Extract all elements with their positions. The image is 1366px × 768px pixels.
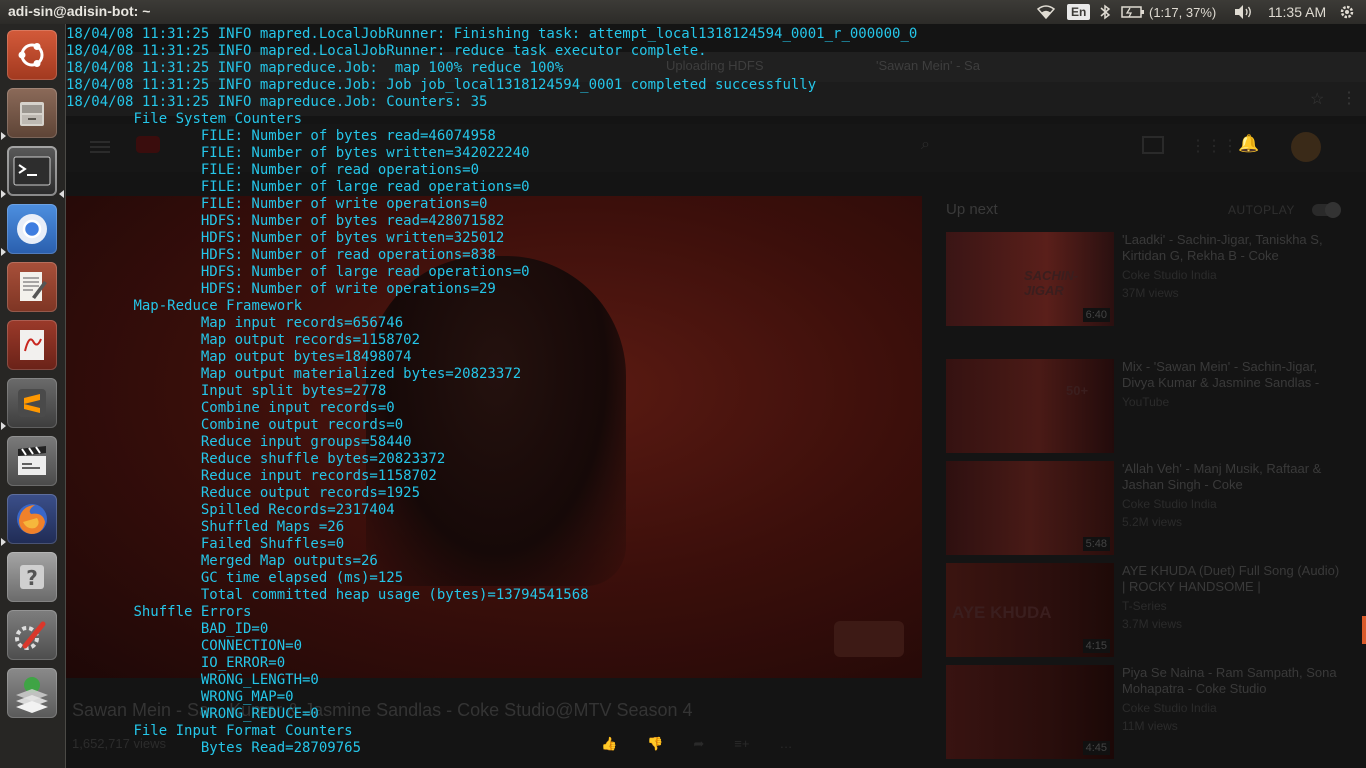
terminal-line: FILE: Number of bytes written=342022240 (66, 145, 530, 161)
terminal-line: Reduce output records=1925 (66, 485, 421, 501)
terminal-line: HDFS: Number of bytes read=428071582 (66, 213, 505, 229)
launcher-files[interactable] (7, 88, 57, 138)
battery-icon (1121, 6, 1144, 18)
terminal-output[interactable]: 18/04/08 11:31:25 INFO mapred.LocalJobRu… (66, 26, 1366, 768)
terminal-line: IO_ERROR=0 (66, 655, 286, 671)
terminal-line: WRONG_REDUCE=0 (66, 706, 319, 722)
text-editor-icon (20, 272, 47, 301)
keyboard-layout-indicator[interactable]: En (1067, 0, 1091, 24)
terminal-line: Combine output records=0 (66, 417, 404, 433)
terminal-line: Shuffle Errors (66, 604, 252, 620)
terminal-line: FILE: Number of write operations=0 (66, 196, 488, 212)
terminal-line: CONNECTION=0 (66, 638, 303, 654)
terminal-line: HDFS: Number of large read operations=0 (66, 264, 530, 280)
running-indicator (1, 538, 6, 546)
launcher-ubuntu-dash[interactable] (7, 30, 57, 80)
terminal-line: 18/04/08 11:31:25 INFO mapreduce.Job: Co… (66, 94, 488, 110)
launcher-chromium[interactable] (7, 204, 57, 254)
terminal-line: Combine input records=0 (66, 400, 395, 416)
terminal-line: 18/04/08 11:31:25 INFO mapreduce.Job: ma… (66, 60, 564, 76)
bluetooth-icon[interactable] (1099, 0, 1111, 24)
wifi-icon[interactable] (1036, 0, 1056, 24)
clapperboard-icon (18, 446, 46, 475)
terminal-line: Shuffled Maps =26 (66, 519, 345, 535)
sublime-text-icon (18, 389, 46, 417)
launcher-help[interactable]: ? (7, 552, 57, 602)
terminal-line: 18/04/08 11:31:25 INFO mapred.LocalJobRu… (66, 26, 918, 42)
terminal-line: 18/04/08 11:31:25 INFO mapred.LocalJobRu… (66, 43, 707, 59)
terminal-line: Merged Map outputs=26 (66, 553, 378, 569)
launcher-software-updater[interactable] (7, 668, 57, 718)
firefox-icon (17, 504, 47, 534)
launcher-text-editor[interactable] (7, 262, 57, 312)
battery-status-text: (1:17, 37%) (1149, 4, 1217, 20)
window-title: adi-sin@adisin-bot: ~ (8, 3, 151, 19)
volume-icon[interactable] (1233, 0, 1253, 24)
terminal-line: BAD_ID=0 (66, 621, 269, 637)
terminal-line: Reduce input groups=58440 (66, 434, 412, 450)
pdf-viewer-icon (20, 330, 44, 360)
launcher-firefox[interactable] (7, 494, 57, 544)
running-indicator (1, 422, 6, 430)
terminal-line: Map output records=1158702 (66, 332, 421, 348)
terminal-line: WRONG_LENGTH=0 (66, 672, 319, 688)
terminal-line: Spilled Records=2317404 (66, 502, 395, 518)
terminal-line: Map output materialized bytes=20823372 (66, 366, 522, 382)
running-indicator (1, 132, 6, 140)
terminal-line: Map output bytes=18498074 (66, 349, 412, 365)
settings-wrench-icon (15, 621, 46, 650)
launcher-document-viewer[interactable] (7, 320, 57, 370)
terminal-line: Map input records=656746 (66, 315, 404, 331)
terminal-line: 18/04/08 11:31:25 INFO mapreduce.Job: Jo… (66, 77, 817, 93)
terminal-line: Reduce input records=1158702 (66, 468, 437, 484)
launcher-system-settings[interactable] (7, 610, 57, 660)
terminal-line: Input split bytes=2778 (66, 383, 387, 399)
clock[interactable]: 11:35 AM (1268, 0, 1326, 24)
battery-indicator[interactable]: (1:17, 37%) (1121, 0, 1216, 24)
terminal-line: GC time elapsed (ms)=125 (66, 570, 404, 586)
terminal-line: Total committed heap usage (bytes)=13794… (66, 587, 589, 603)
terminal-line: FILE: Number of large read operations=0 (66, 179, 530, 195)
terminal-line: HDFS: Number of read operations=838 (66, 247, 496, 263)
svg-text:?: ? (26, 566, 38, 590)
terminal-line: HDFS: Number of write operations=29 (66, 281, 496, 297)
terminal-line: File Input Format Counters (66, 723, 353, 739)
terminal-line: File System Counters (66, 111, 303, 127)
terminal-line: Map-Reduce Framework (66, 298, 303, 314)
top-panel: adi-sin@adisin-bot: ~ En (1:17, 37%) 11:… (0, 0, 1366, 24)
terminal-line: Bytes Read=28709765 (66, 740, 362, 756)
terminal-icon (13, 156, 51, 186)
launcher-terminal[interactable] (7, 146, 57, 196)
terminal-line: HDFS: Number of bytes written=325012 (66, 230, 505, 246)
terminal-line: WRONG_MAP=0 (66, 689, 294, 705)
file-cabinet-icon (20, 102, 44, 126)
running-indicator (1, 248, 6, 256)
terminal-line: FILE: Number of read operations=0 (66, 162, 480, 178)
keyboard-layout-label: En (1067, 4, 1091, 20)
ubuntu-logo-icon (18, 43, 44, 67)
session-gear-icon[interactable] (1339, 0, 1355, 24)
running-indicator (1, 190, 6, 198)
chromium-icon (17, 214, 47, 244)
launcher-sublime-text[interactable] (7, 378, 57, 428)
terminal-line: Failed Shuffles=0 (66, 536, 345, 552)
help-icon: ? (20, 565, 44, 590)
focused-indicator (59, 190, 64, 198)
launcher-video-editor[interactable] (7, 436, 57, 486)
updater-icon (16, 677, 48, 713)
launcher: ? (0, 24, 66, 768)
terminal-line: FILE: Number of bytes read=46074958 (66, 128, 496, 144)
terminal-line: Reduce shuffle bytes=20823372 (66, 451, 446, 467)
